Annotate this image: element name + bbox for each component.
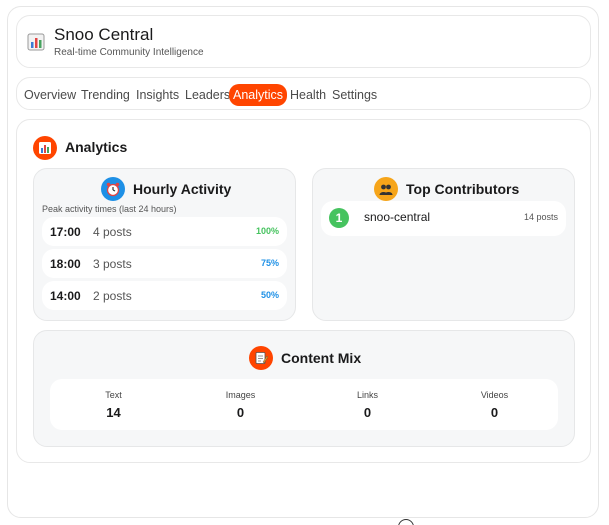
mix-stat-label: Links [356,390,378,400]
activity-time: 17:00 [50,225,81,239]
tab-analytics[interactable]: Analytics [229,84,288,106]
contributor-row[interactable]: 1 snoo-central 14 posts [321,201,566,236]
mix-stat-value: 0 [363,405,372,420]
tab-leaders[interactable]: Leaders [185,85,230,105]
bar-chart-icon [33,136,57,160]
tab-trending[interactable]: Trending [81,85,130,105]
tab-insights[interactable]: Insights [136,85,179,105]
tab-settings[interactable]: Settings [332,85,377,105]
hourly-activity-card: Hourly Activity Peak activity times (las… [33,168,296,321]
content-mix-stats: Text 14 Images 0 Links 0 Videos 0 [50,379,558,430]
activity-percent: 75% [260,258,279,268]
contributor-post-count: 14 posts [523,212,558,222]
activity-row: 18:00 3 posts 75% [42,249,287,278]
tab-bar: Overview Trending Insights Leaders Analy… [16,77,591,110]
hourly-activity-title: Hourly Activity [133,181,232,197]
mix-stat-label: Text [105,390,122,400]
content-mix-title: Content Mix [281,350,362,366]
activity-time: 14:00 [50,289,81,303]
rank-badge: 1 [329,208,349,228]
content-mix-card: Content Mix Text 14 Images 0 Links 0 Vid… [33,330,575,447]
mix-stat-label: Videos [480,390,509,400]
activity-time: 18:00 [50,257,81,271]
analytics-title: Analytics [65,139,128,155]
app-header: Snoo Central Real-time Community Intelli… [16,15,591,68]
tab-overview[interactable]: Overview [24,85,76,105]
mix-stat-label: Images [225,390,256,400]
mix-stat-value: 14 [106,405,121,420]
top-contributors-title: Top Contributors [406,181,520,197]
alarm-clock-icon [101,177,125,201]
tab-health[interactable]: Health [290,85,326,105]
activity-row: 17:00 4 posts 100% [42,217,287,246]
activity-count: 3 posts [93,257,132,271]
top-contributors-card: Top Contributors 1 snoo-central 14 posts [312,168,575,321]
activity-percent: 50% [260,290,279,300]
activity-row: 14:00 2 posts 50% [42,281,287,310]
hourly-activity-caption: Peak activity times (last 24 hours) [42,204,177,214]
activity-percent: 100% [255,226,279,236]
activity-count: 2 posts [93,289,132,303]
people-icon [374,177,398,201]
mix-stat-value: 0 [490,405,499,420]
activity-count: 4 posts [93,225,132,239]
contributor-name: snoo-central [364,210,431,224]
bar-chart-icon [27,33,45,51]
mix-stat-value: 0 [236,405,245,420]
partial-circle-icon [398,519,414,525]
memo-icon [249,346,273,370]
analytics-panel: Analytics Hourly Activity Peak activity … [16,119,591,463]
app-title: Snoo Central [54,25,154,44]
app-subtitle: Real-time Community Intelligence [54,47,204,58]
